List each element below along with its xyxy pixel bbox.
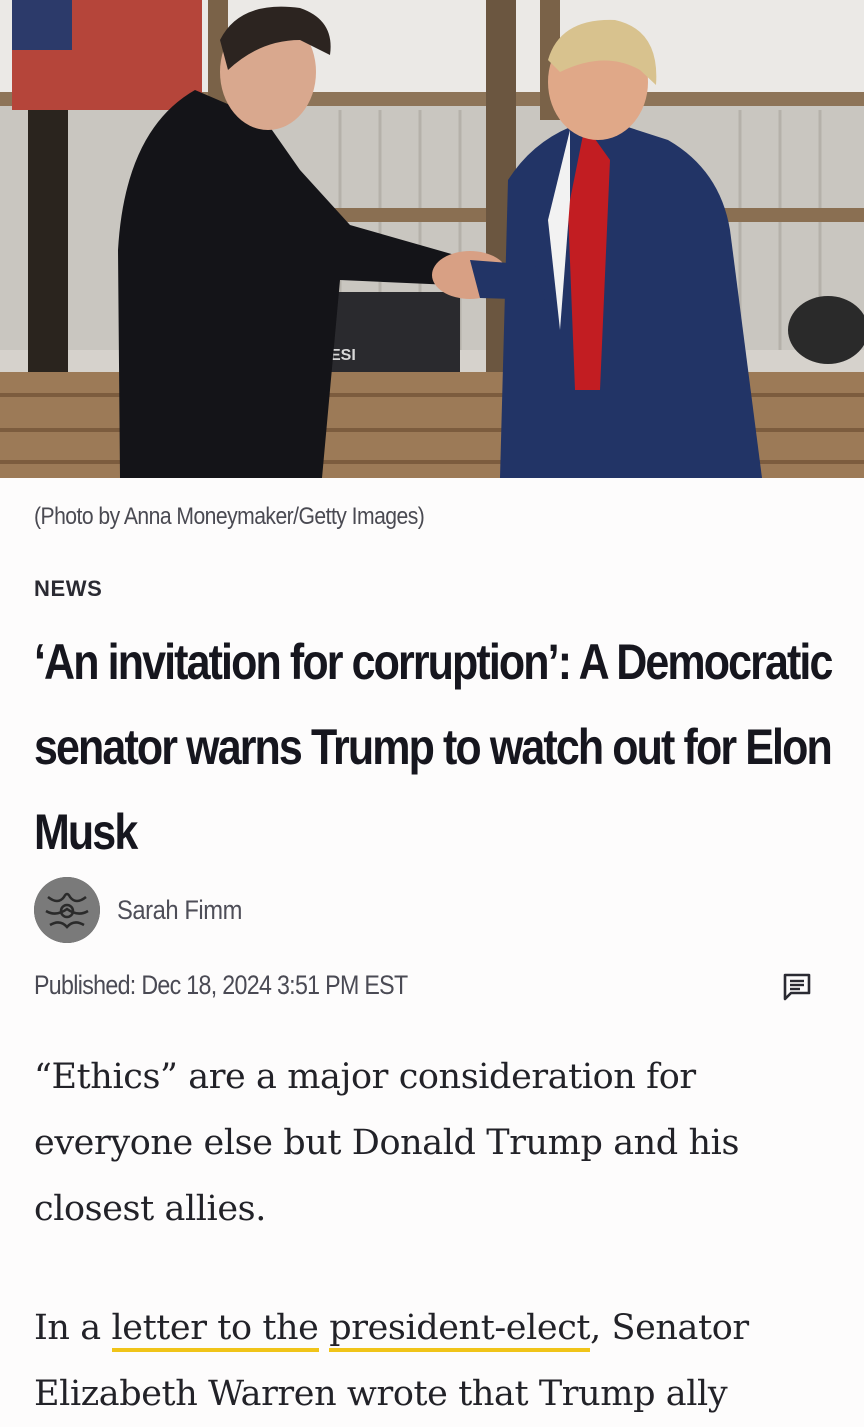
- author-name[interactable]: Sarah Fimm: [117, 895, 242, 926]
- link-gap: [319, 1308, 330, 1348]
- headline: ‘An invitation for corruption’: A Democr…: [34, 634, 833, 860]
- comment-icon[interactable]: [780, 970, 814, 1004]
- section-label[interactable]: NEWS: [34, 576, 102, 602]
- published-date: Published: Dec 18, 2024 3:51 PM EST: [34, 970, 408, 1000]
- photo-credit: (Photo by Anna Moneymaker/Getty Images): [34, 503, 425, 530]
- letter-link[interactable]: letter to the: [111, 1308, 319, 1352]
- author-byline: Sarah Fimm: [34, 877, 259, 943]
- equipment-sign: ESI: [330, 347, 356, 364]
- article-paragraph-1: “Ethics” are a major consideration for e…: [34, 1057, 740, 1229]
- avatar-art-icon: [34, 877, 100, 943]
- hero-photo: ESI: [0, 0, 864, 478]
- president-elect-link[interactable]: president-elect: [329, 1308, 590, 1352]
- paragraph-2-lead: In a: [34, 1308, 112, 1348]
- hero-image: ESI: [0, 0, 864, 478]
- author-avatar[interactable]: [34, 877, 100, 943]
- article-paragraph-2: In a letter to the president-elect, Sena…: [34, 1295, 834, 1427]
